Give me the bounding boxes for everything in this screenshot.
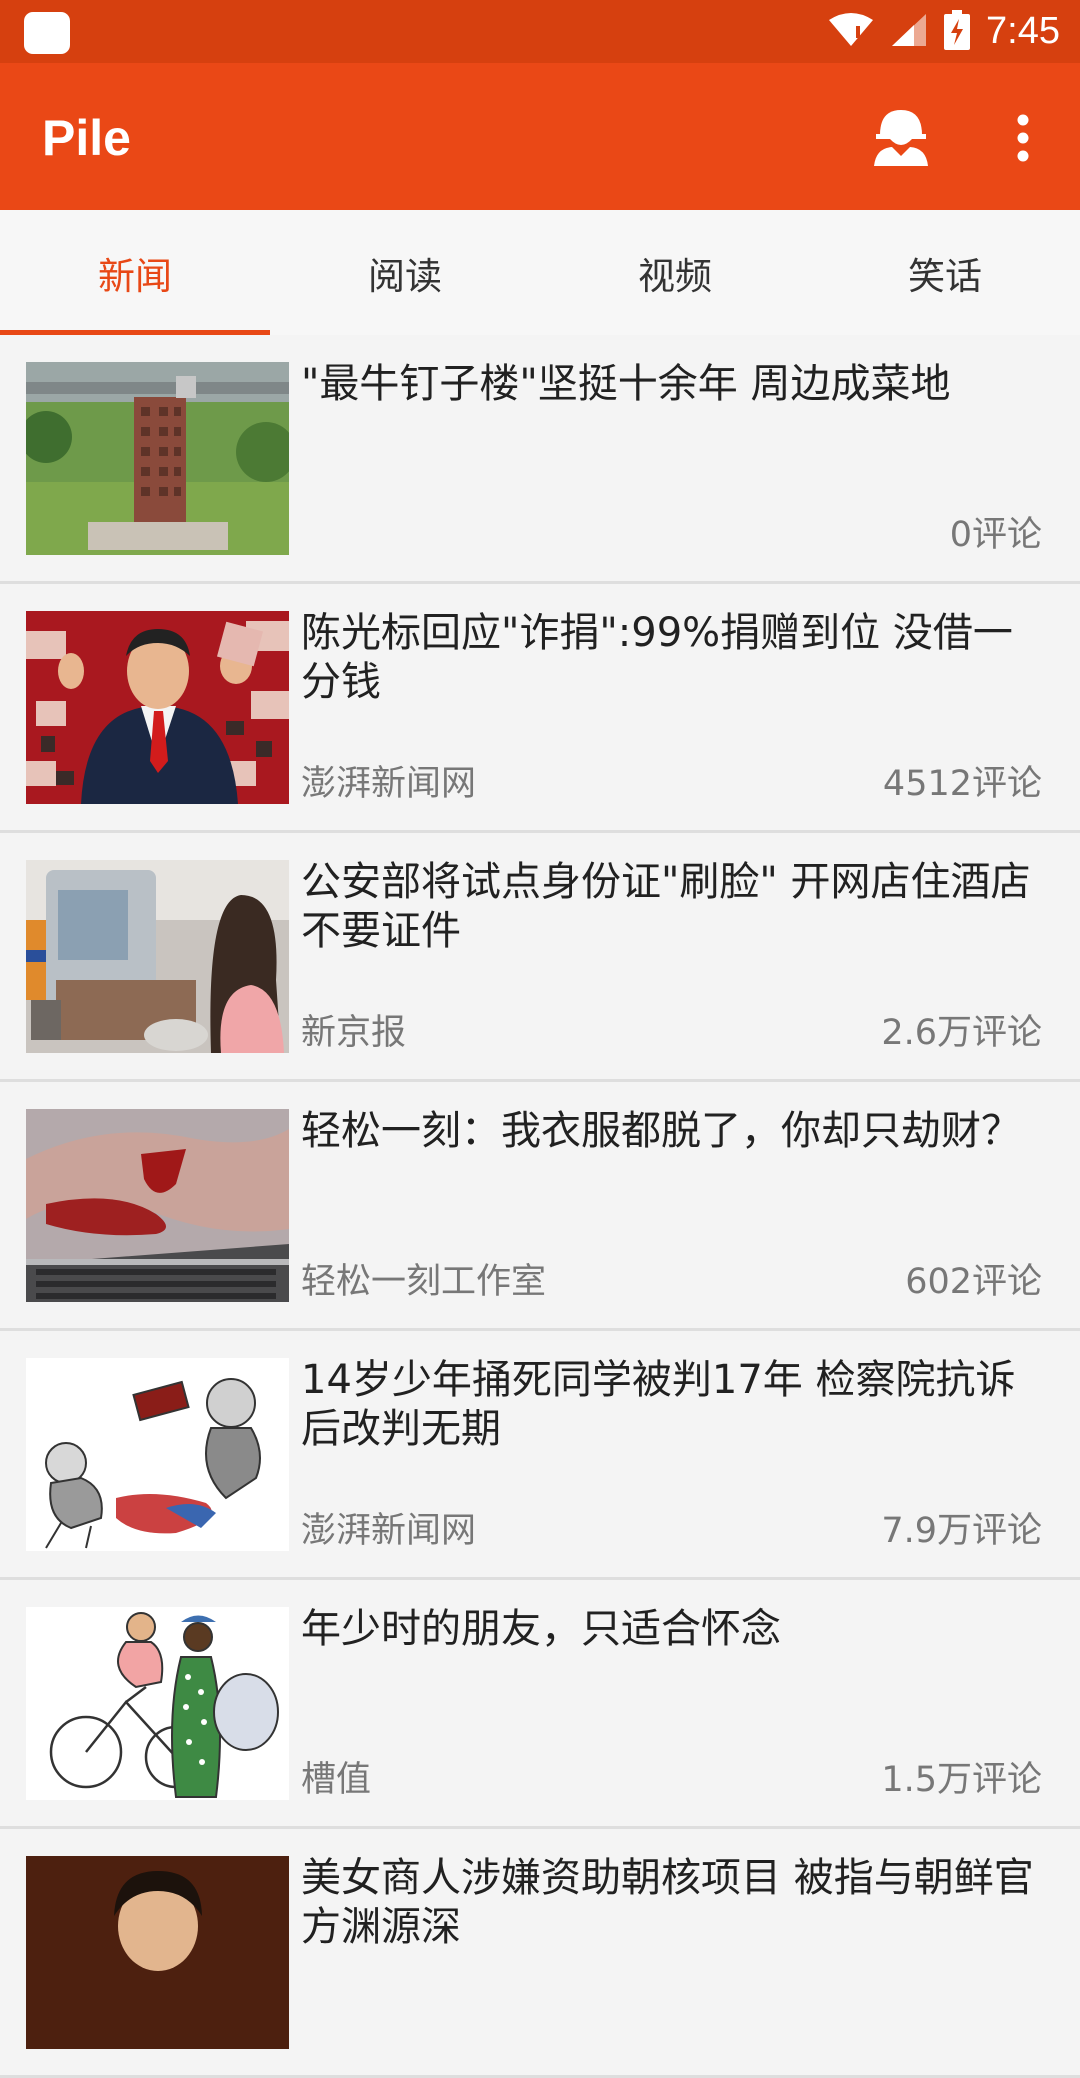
news-comment-count: 602评论	[905, 1262, 1042, 1302]
news-item[interactable]: 美女商人涉嫌资助朝核项目 被指与朝鲜官方渊源深	[0, 1829, 1080, 2078]
signal-icon	[890, 12, 928, 52]
app-bar: Pile	[0, 63, 1080, 210]
news-comment-count: 1.5万评论	[881, 1760, 1042, 1800]
news-comment-count: 0评论	[949, 515, 1042, 555]
tab-jokes[interactable]: 笑话	[810, 210, 1080, 335]
news-thumbnail	[26, 1607, 289, 1800]
news-title: 年少时的朋友，只适合怀念	[301, 1606, 781, 1652]
news-thumbnail	[26, 1856, 289, 2049]
news-title: 公安部将试点身份证"刷脸" 开网店住酒店不要证件	[301, 859, 1031, 954]
app-title: Pile	[42, 110, 131, 166]
status-bar: 7:45	[0, 0, 1080, 63]
news-item[interactable]: 轻松一刻：我衣服都脱了，你却只劫财？ 轻松一刻工作室 602评论	[0, 1082, 1080, 1331]
news-thumbnail	[26, 1109, 289, 1302]
news-item[interactable]: 陈光标回应"诈捐":99%捐赠到位 没借一分钱 澎湃新闻网 4512评论	[0, 584, 1080, 833]
news-title: 14岁少年捅死同学被判17年 检察院抗诉后改判无期	[301, 1357, 1016, 1452]
tab-video[interactable]: 视频	[540, 210, 810, 335]
news-title: 美女商人涉嫌资助朝核项目 被指与朝鲜官方渊源深	[301, 1855, 1034, 1950]
tab-bar: 新闻 阅读 视频 笑话	[0, 210, 1080, 335]
news-thumbnail	[26, 1358, 289, 1551]
more-options-button[interactable]	[988, 105, 1058, 175]
news-comment-count: 2.6万评论	[881, 1013, 1042, 1053]
news-source: 澎湃新闻网	[301, 764, 477, 804]
news-title: 轻松一刻：我衣服都脱了，你却只劫财？	[301, 1108, 1021, 1154]
tab-reading[interactable]: 阅读	[270, 210, 540, 335]
news-title: 陈光标回应"诈捐":99%捐赠到位 没借一分钱	[301, 610, 1013, 705]
news-item[interactable]: 14岁少年捅死同学被判17年 检察院抗诉后改判无期 澎湃新闻网 7.9万评论	[0, 1331, 1080, 1580]
wifi-icon	[828, 12, 874, 52]
battery-charging-icon	[944, 9, 971, 54]
news-thumbnail	[26, 860, 289, 1053]
account-icon	[872, 110, 930, 170]
app-notification-icon	[24, 12, 70, 54]
more-vert-icon	[1016, 114, 1030, 166]
news-thumbnail	[26, 362, 289, 555]
news-thumbnail	[26, 611, 289, 804]
tab-news[interactable]: 新闻	[0, 210, 270, 335]
news-comment-count: 7.9万评论	[881, 1511, 1042, 1551]
news-item[interactable]: "最牛钉子楼"坚挺十余年 周边成菜地 0评论	[0, 335, 1080, 584]
news-list: "最牛钉子楼"坚挺十余年 周边成菜地 0评论 陈光标回应"诈捐":99%捐赠到位…	[0, 335, 1080, 2078]
news-source: 新京报	[301, 1013, 407, 1053]
news-comment-count: 4512评论	[882, 764, 1042, 804]
news-item[interactable]: 公安部将试点身份证"刷脸" 开网店住酒店不要证件 新京报 2.6万评论	[0, 833, 1080, 1082]
news-source: 槽值	[301, 1760, 372, 1800]
news-source: 澎湃新闻网	[301, 1511, 477, 1551]
news-source: 轻松一刻工作室	[301, 1262, 547, 1302]
account-button[interactable]	[866, 105, 936, 175]
news-title: "最牛钉子楼"坚挺十余年 周边成菜地	[301, 361, 951, 407]
news-item[interactable]: 年少时的朋友，只适合怀念 槽值 1.5万评论	[0, 1580, 1080, 1829]
status-time: 7:45	[986, 10, 1060, 52]
status-icons: 7:45	[828, 0, 1060, 63]
